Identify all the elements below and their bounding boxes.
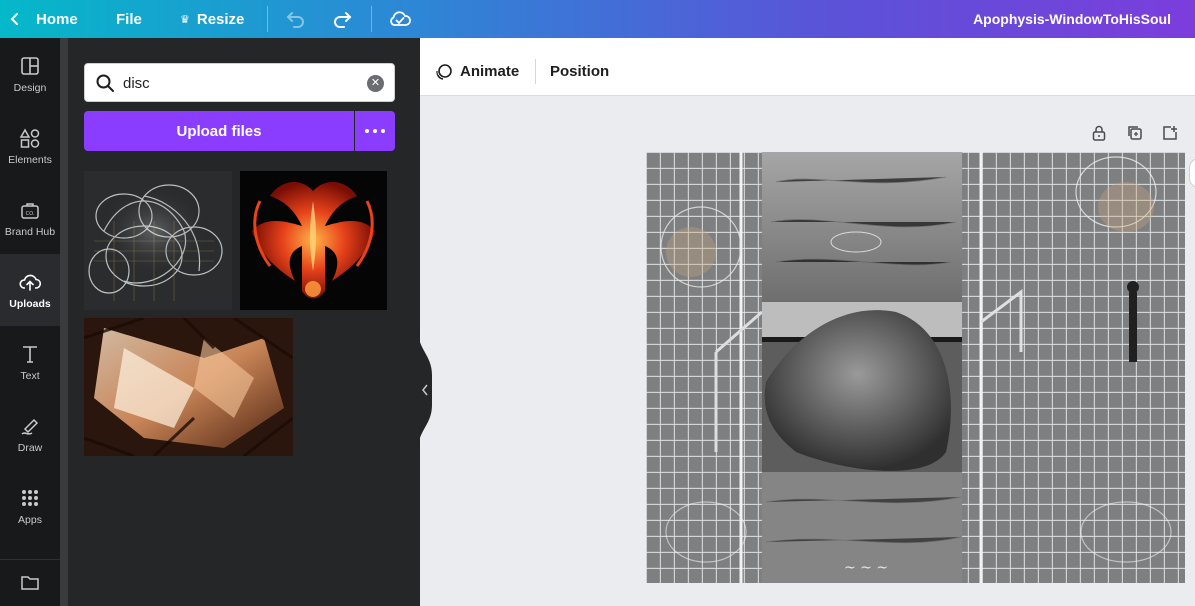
- rail-item-label: Draw: [17, 441, 43, 454]
- rail-item-label: Apps: [18, 513, 42, 526]
- top-bar: Home File ♛ Resize Apophysis-WindowToHis…: [0, 0, 1195, 38]
- draw-icon: [21, 418, 39, 435]
- clear-search-icon[interactable]: ✕: [367, 75, 384, 92]
- more-dots-icon: [381, 129, 385, 133]
- apps-icon: [22, 489, 38, 506]
- resize-button[interactable]: ♛ Resize: [180, 0, 244, 38]
- animate-icon: [436, 63, 452, 80]
- upload-more-options-button[interactable]: [355, 111, 395, 151]
- rail-item-brand-hub[interactable]: CO. Brand Hub: [0, 182, 60, 254]
- folder-icon: [21, 576, 39, 590]
- rail-item-label: Brand Hub: [4, 225, 56, 238]
- rail-item-draw[interactable]: Draw: [0, 398, 60, 470]
- search-box[interactable]: ✕: [84, 63, 395, 102]
- fractal-fire-image: [84, 318, 293, 456]
- rail-item-design[interactable]: Design: [0, 38, 60, 110]
- upload-files-button[interactable]: Upload files: [84, 111, 354, 151]
- animate-button[interactable]: Animate: [434, 47, 519, 96]
- toolbar-divider: [267, 6, 268, 32]
- context-toolbar: Animate Position: [420, 47, 1195, 96]
- home-button[interactable]: Home: [36, 0, 78, 38]
- upload-thumbnail[interactable]: [84, 171, 232, 310]
- rail-item-label: Elements: [8, 153, 52, 166]
- shapes-icon: [19, 127, 40, 148]
- animate-label: Animate: [460, 63, 520, 80]
- layout-icon: [21, 56, 39, 75]
- search-input[interactable]: [123, 71, 353, 95]
- more-dots-icon: [365, 129, 369, 133]
- rail-item-label: Text: [20, 369, 40, 382]
- undo-icon[interactable]: [284, 7, 308, 36]
- collage-artwork: ~ ~ ~: [646, 152, 1185, 583]
- panel-scrollbar[interactable]: [60, 38, 68, 606]
- rail-divider: [0, 559, 60, 560]
- back-chevron-icon[interactable]: [8, 0, 22, 38]
- fractal-red-image: [240, 171, 387, 310]
- design-canvas[interactable]: ~ ~ ~: [646, 152, 1185, 583]
- rail-item-text[interactable]: Text: [0, 326, 60, 398]
- position-button[interactable]: Position: [550, 47, 609, 96]
- lock-icon[interactable]: [1090, 124, 1108, 147]
- rail-item-projects[interactable]: [0, 572, 60, 606]
- cloud-saved-icon[interactable]: [387, 7, 413, 36]
- toolbar-strip: [420, 38, 1195, 47]
- rail-item-elements[interactable]: Elements: [0, 110, 60, 182]
- collapse-panel-handle[interactable]: [418, 330, 432, 450]
- toolbar-divider: [371, 6, 372, 32]
- resize-label: Resize: [196, 10, 245, 28]
- more-dots-icon: [373, 129, 377, 133]
- redo-icon[interactable]: [330, 7, 354, 36]
- cloud-upload-icon: [19, 274, 42, 291]
- upload-thumbnail[interactable]: [240, 171, 387, 310]
- text-icon: [23, 345, 37, 363]
- file-menu-button[interactable]: File: [116, 0, 142, 38]
- rail-item-label: Uploads: [9, 297, 51, 310]
- rail-item-apps[interactable]: Apps: [0, 470, 60, 542]
- duplicate-page-icon[interactable]: [1126, 124, 1144, 147]
- svg-text:~ ~ ~: ~ ~ ~: [844, 560, 888, 576]
- add-page-icon[interactable]: [1161, 124, 1179, 147]
- rail-item-label: Design: [13, 81, 47, 94]
- brand-icon: CO.: [21, 202, 39, 219]
- search-icon: [96, 74, 114, 92]
- fractal-bubbles-image: [84, 171, 232, 310]
- document-title[interactable]: Apophysis-WindowToHisSoul: [973, 0, 1171, 38]
- canvas-side-handle[interactable]: [1189, 158, 1195, 188]
- toolbar-divider: [535, 59, 536, 84]
- svg-text:CO.: CO.: [26, 211, 35, 217]
- rail-item-uploads[interactable]: Uploads: [0, 254, 60, 326]
- upload-thumbnail[interactable]: [84, 318, 293, 456]
- left-rail: Design Elements CO. Brand Hub Uploads Te…: [0, 38, 60, 606]
- crown-icon: ♛: [180, 13, 190, 26]
